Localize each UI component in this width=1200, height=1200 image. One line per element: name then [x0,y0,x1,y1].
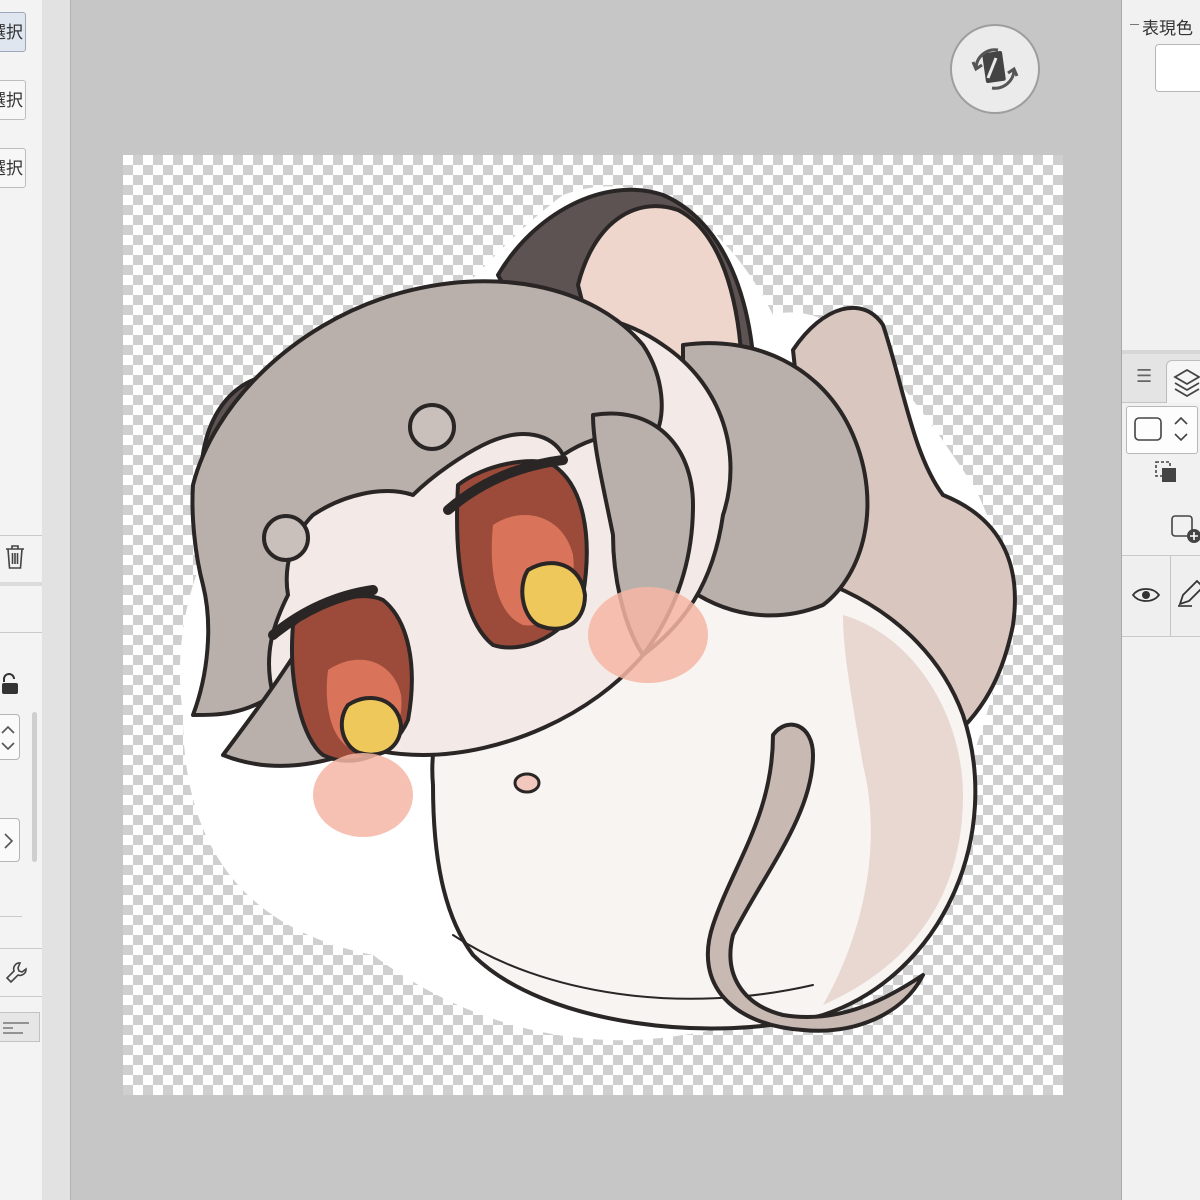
panel-divider [0,535,42,536]
tab-layers[interactable] [1166,360,1200,403]
menu-icon[interactable]: ☰ [1136,366,1152,387]
panel-divider [0,948,42,949]
expand-button[interactable] [0,818,20,862]
selection-button-3[interactable]: 選択 [0,148,26,188]
mouse-girl-illustration [179,186,1017,1041]
rotate-canvas-button[interactable] [950,24,1040,114]
color-panel-title: 表現色 [1130,14,1193,39]
layers-icon [1173,368,1200,398]
lock-icon[interactable] [0,672,22,699]
selection-button-1[interactable]: 選択 [0,12,26,52]
clip-layer-icon[interactable] [1152,458,1182,492]
panel-divider [0,632,42,633]
drawing-canvas[interactable] [123,155,1063,1095]
scrollbar[interactable] [32,712,37,862]
tool-property-panel: 選択 選択 選択 [0,0,43,1200]
wrench-icon[interactable] [4,960,30,989]
new-layer-icon[interactable] [1168,510,1200,548]
layer-row[interactable] [1122,555,1200,637]
panel-tab[interactable] [0,1012,40,1042]
pen-icon[interactable] [1176,578,1200,612]
value-spinner[interactable] [0,714,20,760]
right-panel: 表現色 ☰ [1121,0,1200,1200]
rotate-canvas-icon [971,48,1019,90]
panel-divider [0,996,42,997]
layer-panel-tabs: ☰ [1122,354,1200,403]
panel-divider [0,582,42,586]
expression-color-select[interactable] [1155,44,1200,92]
selection-button-2[interactable]: 選択 [0,80,26,120]
layer-blend-select[interactable] [1126,406,1198,454]
panel-divider [0,916,22,917]
trash-icon[interactable] [4,544,26,573]
eye-icon[interactable] [1131,584,1161,610]
panel-gutter [42,0,71,1200]
canvas-workspace[interactable] [71,0,1121,1200]
divider [1170,556,1171,636]
